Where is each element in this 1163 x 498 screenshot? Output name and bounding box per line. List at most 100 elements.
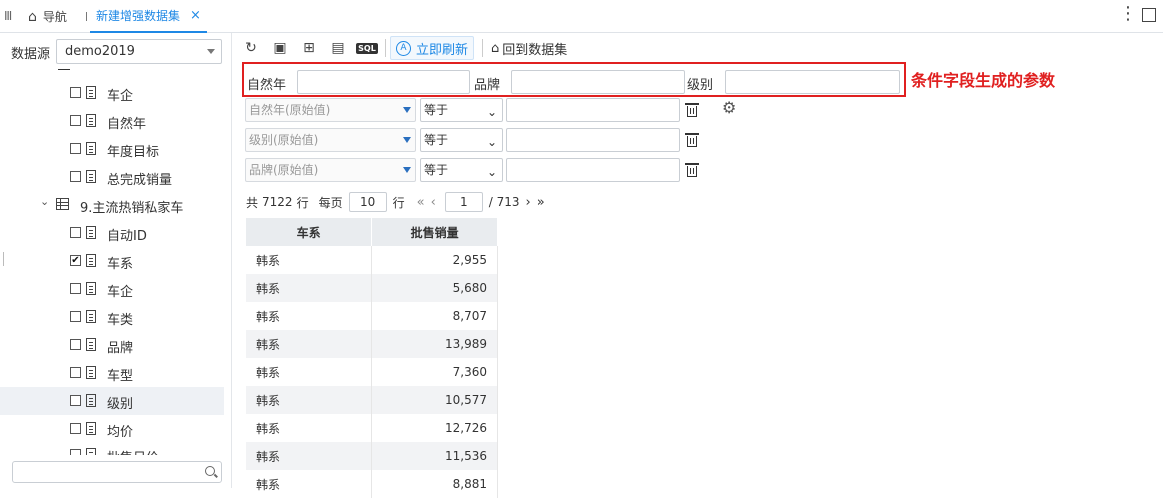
param-year-input[interactable]: [297, 70, 470, 94]
tree-item[interactable]: 总完成销量: [0, 163, 224, 191]
trash-icon[interactable]: [685, 133, 699, 147]
cell: 13,989: [371, 330, 498, 358]
table-row[interactable]: 韩系 8,707: [246, 302, 498, 330]
tree-field-item[interactable]: ✔ 车系: [0, 247, 224, 275]
filter-value-input[interactable]: [506, 158, 680, 182]
checkbox[interactable]: [70, 449, 81, 455]
column-header[interactable]: 车系: [246, 218, 373, 246]
column-header[interactable]: 批售销量: [371, 218, 498, 246]
tree-field-item[interactable]: 批售日价: [0, 441, 224, 455]
tab-label: 新建增强数据集: [96, 9, 181, 23]
tree-field-item[interactable]: 自动ID: [0, 219, 224, 247]
table-row[interactable]: 韩系 7,360: [246, 358, 498, 386]
filter-operator-select[interactable]: 等于 ⌄: [420, 158, 503, 182]
search-icon[interactable]: [205, 466, 215, 476]
checkbox[interactable]: [70, 311, 81, 322]
filter-field-select[interactable]: 品牌(原始值): [245, 158, 416, 182]
form-icon[interactable]: ▤: [327, 37, 349, 59]
chevron-down-icon[interactable]: ⌄: [40, 195, 49, 208]
checkbox[interactable]: [70, 143, 81, 154]
checkbox[interactable]: [70, 339, 81, 350]
filter-operator-value: 等于: [424, 103, 449, 117]
tree-field-item[interactable]: 品牌: [0, 331, 224, 359]
last-page-icon[interactable]: »: [537, 195, 545, 210]
first-page-icon[interactable]: «: [417, 195, 425, 210]
tree-item-label: 年度目标: [107, 145, 160, 160]
refresh-now-button[interactable]: A 立即刷新: [390, 36, 475, 60]
cell: 韩系: [246, 358, 373, 386]
datasource-select[interactable]: demo2019: [56, 39, 222, 64]
nav-home-tab[interactable]: ⌂ 导航: [28, 8, 67, 25]
page-input[interactable]: 1: [444, 192, 483, 212]
chevron-down-icon: ⌄: [486, 165, 497, 179]
sql-icon[interactable]: SQL: [356, 37, 378, 59]
table-row[interactable]: 韩系 5,680: [246, 274, 498, 302]
hierarchy-icon[interactable]: ⊞: [298, 37, 320, 59]
table-row[interactable]: 韩系 8,881: [246, 470, 498, 498]
tree-field-item-selected[interactable]: 级别: [0, 387, 224, 415]
tree-field-item[interactable]: 均价: [0, 415, 224, 443]
checkbox[interactable]: [70, 87, 81, 98]
refresh-now-label: 立即刷新: [416, 42, 469, 58]
checkbox[interactable]: [70, 115, 81, 126]
tree-field-item[interactable]: 车类: [0, 303, 224, 331]
tab-new-dataset[interactable]: 新建增强数据集 ×: [90, 0, 207, 33]
per-page-input[interactable]: 10: [348, 192, 387, 212]
nav-home-label: 导航: [42, 10, 67, 24]
per-page-label: 每页: [318, 195, 343, 210]
filter-operator-select[interactable]: 等于 ⌄: [420, 128, 503, 152]
maximize-icon[interactable]: [1142, 8, 1156, 22]
next-page-icon[interactable]: ›: [526, 195, 531, 210]
checkbox[interactable]: [70, 423, 81, 434]
tree-field-label: 均价: [107, 425, 134, 440]
menu-icon[interactable]: Ⅲ: [4, 9, 12, 23]
param-level-label: 级别: [687, 78, 714, 93]
tree-table-node[interactable]: ⌄ 9.主流热销私家车: [0, 191, 224, 219]
param-level-input[interactable]: [725, 70, 900, 94]
table-row[interactable]: 韩系 11,536: [246, 442, 498, 470]
home-icon: ⌂: [28, 8, 37, 25]
tree-item[interactable]: 年度目标: [0, 135, 224, 163]
panel-resize-handle[interactable]: [3, 252, 4, 266]
filter-field-value: 自然年(原始值): [249, 103, 331, 117]
save-icon[interactable]: ▣: [269, 37, 291, 59]
tree-item-label: 总完成销量: [107, 173, 173, 188]
table-row[interactable]: 韩系 2,955: [246, 246, 498, 274]
checkbox[interactable]: [70, 367, 81, 378]
table-row[interactable]: 韩系 10,577: [246, 386, 498, 414]
checkbox[interactable]: [70, 171, 81, 182]
trash-icon[interactable]: [685, 103, 699, 117]
top-tab-bar: Ⅲ ⌂ 导航 新建增强数据集 × ⋮: [0, 0, 1163, 33]
tree-field-item[interactable]: 车企: [0, 275, 224, 303]
tree-field-item[interactable]: 车型: [0, 359, 224, 387]
close-icon[interactable]: ×: [190, 8, 201, 23]
cell: 韩系: [246, 470, 373, 498]
field-icon: [86, 366, 96, 379]
filter-value-input[interactable]: [506, 98, 680, 122]
checkbox[interactable]: [70, 283, 81, 294]
gear-icon[interactable]: ⚙: [722, 100, 736, 116]
table-row[interactable]: 韩系 13,989: [246, 330, 498, 358]
total-count: 7122: [262, 195, 293, 209]
cell: 5,680: [371, 274, 498, 302]
field-search-input[interactable]: [12, 461, 222, 483]
prev-page-icon[interactable]: ‹: [431, 195, 436, 210]
filter-field-select[interactable]: 自然年(原始值): [245, 98, 416, 122]
checkbox[interactable]: [70, 227, 81, 238]
filter-value-input[interactable]: [506, 128, 680, 152]
field-icon: [86, 114, 96, 127]
checkbox-checked[interactable]: ✔: [70, 255, 81, 266]
param-brand-input[interactable]: [511, 70, 685, 94]
tree-item[interactable]: 车企: [0, 79, 224, 107]
filter-operator-select[interactable]: 等于 ⌄: [420, 98, 503, 122]
tree-field-label: 自动ID: [107, 229, 147, 244]
tree-field-label: 级别: [107, 397, 134, 412]
trash-icon[interactable]: [685, 163, 699, 177]
refresh-icon[interactable]: ↻: [240, 37, 262, 59]
tree-item[interactable]: 自然年: [0, 107, 224, 135]
filter-field-select[interactable]: 级别(原始值): [245, 128, 416, 152]
back-to-dataset-button[interactable]: ⌂ 回到数据集: [491, 39, 567, 58]
more-vertical-icon[interactable]: ⋮: [1119, 5, 1137, 23]
table-row[interactable]: 韩系 12,726: [246, 414, 498, 442]
checkbox[interactable]: [70, 395, 81, 406]
